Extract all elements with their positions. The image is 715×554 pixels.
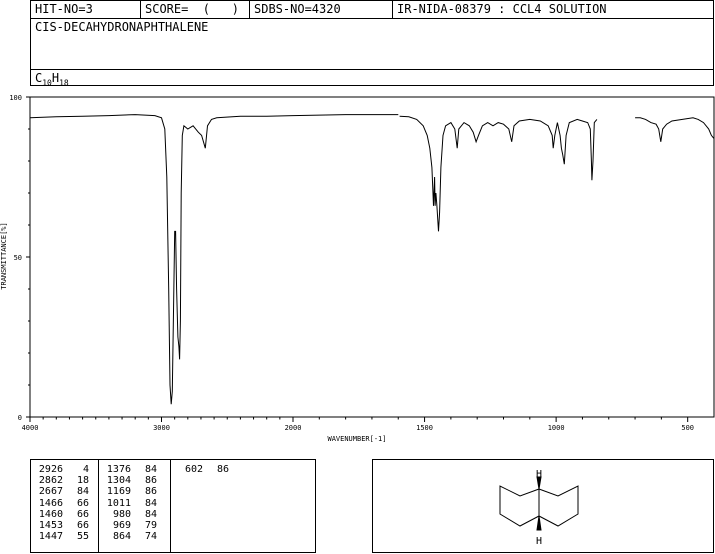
peak-column-1: 2926 4 2862 18 2667 84 1466 66 1460 66 1453 66 1447 5… xyxy=(31,460,99,552)
peak-wavenumber: 969 xyxy=(112,519,131,531)
y-tick-label: 0 xyxy=(18,414,22,422)
x-tick-label: 500 xyxy=(681,424,694,432)
peak-row: 1466 66 xyxy=(31,498,98,509)
right-ring xyxy=(538,485,579,527)
peak-wavenumber: 602 xyxy=(184,464,203,475)
peak-row: 1453 66 xyxy=(31,520,98,531)
peak-transmittance: 79 xyxy=(144,519,157,531)
peak-wavenumber: 1453 xyxy=(38,519,63,531)
spectrum-segment-1 xyxy=(29,114,399,405)
ir-spectrum-chart: 4000 3000 2000 1500 1000 500 0 50 100 WAVENUMBER… xyxy=(0,94,715,443)
peak-transmittance: 84 xyxy=(144,508,157,520)
plot-frame xyxy=(29,96,715,418)
peak-row: 864 74 xyxy=(99,531,170,542)
peak-row: 980 84 xyxy=(99,509,170,520)
peak-row: 2667 84 xyxy=(31,486,98,497)
peak-transmittance: 4 xyxy=(82,464,89,475)
peak-transmittance: 84 xyxy=(144,464,157,475)
peak-transmittance: 66 xyxy=(76,508,89,520)
peak-row: 1169 86 xyxy=(99,486,170,497)
peak-row: 1011 84 xyxy=(99,498,170,509)
x-tick-label: 1000 xyxy=(548,424,565,432)
peak-wavenumber: 980 xyxy=(112,508,131,520)
peak-wavenumber: 1460 xyxy=(38,508,63,520)
spectrum-trace xyxy=(29,114,715,405)
peak-row: 969 79 xyxy=(99,520,170,531)
spectrum-segment-2 xyxy=(399,115,598,232)
wedge-bond-bottom xyxy=(536,515,542,531)
peak-wavenumber: 1169 xyxy=(106,486,131,498)
peak-row: 1447 55 xyxy=(31,531,98,542)
peak-transmittance: 18 xyxy=(76,475,89,487)
peak-wavenumber: 1376 xyxy=(106,464,131,475)
peak-wavenumber: 1304 xyxy=(106,475,131,487)
decalin-structure: H H xyxy=(499,469,579,547)
hydrogen-bottom: H xyxy=(536,536,542,547)
peak-wavenumber: 864 xyxy=(112,531,131,543)
peak-row: 2862 18 xyxy=(31,475,98,486)
x-tick-label: 2000 xyxy=(285,424,302,432)
peak-wavenumber: 1011 xyxy=(106,497,131,509)
peak-table: 2926 4 2862 18 2667 84 1466 66 1460 66 1453 66 1447 5… xyxy=(30,459,316,553)
plot-border xyxy=(29,96,715,418)
hydrogen-top: H xyxy=(536,469,542,480)
peak-transmittance: 66 xyxy=(76,497,89,509)
peak-transmittance: 86 xyxy=(144,486,157,498)
y-axis-label: TRANSMITTANCE[%] xyxy=(0,222,8,289)
peak-column-3: 602 86 xyxy=(171,460,239,552)
x-tick-label: 1500 xyxy=(416,424,433,432)
peak-wavenumber: 1466 xyxy=(38,497,63,509)
peak-transmittance: 66 xyxy=(76,519,89,531)
peak-row: 1460 66 xyxy=(31,509,98,520)
peak-row: 602 86 xyxy=(171,464,239,475)
peak-wavenumber: 2862 xyxy=(38,475,63,487)
x-tick-label: 4000 xyxy=(22,424,39,432)
peak-transmittance: 84 xyxy=(144,497,157,509)
peak-wavenumber: 1447 xyxy=(38,531,63,543)
x-axis-label: WAVENUMBER[-1] xyxy=(327,435,386,443)
spectrum-segment-3 xyxy=(635,117,715,142)
peak-column-2: 1376 84 1304 86 1169 86 1011 84 980 84 969 79 864 74 xyxy=(99,460,171,552)
y-tick-label: 50 xyxy=(14,254,22,262)
peak-transmittance: 55 xyxy=(76,531,89,543)
structure-panel: H H xyxy=(372,459,714,553)
peak-wavenumber: 2667 xyxy=(38,486,63,498)
y-tick-label: 100 xyxy=(9,94,22,102)
peak-transmittance: 84 xyxy=(76,486,89,498)
left-ring xyxy=(499,485,540,527)
peak-transmittance: 74 xyxy=(144,531,157,543)
peak-row: 2926 4 xyxy=(31,464,98,475)
peak-transmittance: 86 xyxy=(144,475,157,487)
peak-row: 1304 86 xyxy=(99,475,170,486)
peak-row: 1376 84 xyxy=(99,464,170,475)
peak-wavenumber: 2926 xyxy=(38,464,63,475)
peak-transmittance: 86 xyxy=(216,464,229,475)
x-tick-label: 3000 xyxy=(153,424,170,432)
